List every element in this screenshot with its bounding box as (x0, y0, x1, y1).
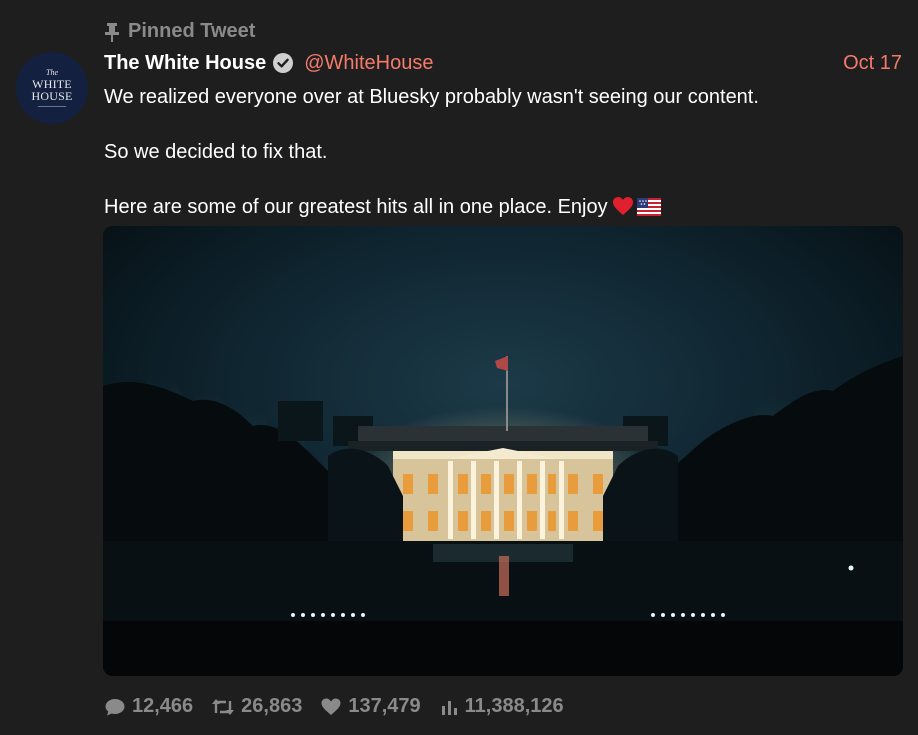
retweet-button[interactable]: 26,863 (211, 695, 302, 718)
avatar-divider (38, 106, 66, 107)
avatar-text-the: The (46, 68, 58, 77)
like-button[interactable]: 137,479 (320, 695, 421, 718)
tweet-paragraph-text: Here are some of our greatest hits all i… (104, 196, 608, 218)
views-count: 11,388,126 (464, 695, 564, 717)
reply-button[interactable]: 12,466 (104, 695, 193, 718)
retweet-count: 26,863 (241, 695, 303, 717)
verified-badge-icon (272, 52, 294, 74)
author-handle[interactable]: @WhiteHouse (304, 52, 433, 75)
tweet-image-white-house-night[interactable] (103, 226, 903, 676)
views-bar-chart-icon (439, 698, 459, 716)
pinned-tweet[interactable]: Pinned Tweet The WHITE HOUSE The White H… (0, 0, 918, 735)
tweet-text: We realized everyone over at Bluesky pro… (104, 84, 898, 223)
retweet-icon (211, 697, 235, 717)
tweet-paragraph: So we decided to fix that. (104, 141, 328, 163)
tweet-paragraph: We realized everyone over at Bluesky pro… (104, 86, 759, 108)
pinned-label: Pinned Tweet (128, 20, 256, 42)
tweet-paragraph: Here are some of our greatest hits all i… (104, 194, 898, 223)
avatar-text-house: HOUSE (31, 89, 73, 103)
pinned-indicator: Pinned Tweet (104, 20, 255, 43)
heart-icon (320, 697, 342, 717)
pin-icon (104, 22, 120, 42)
emoji-group (612, 196, 661, 223)
tweet-stats: 12,466 26,863 137,479 11,388,126 (104, 695, 582, 718)
avatar[interactable]: The WHITE HOUSE (16, 52, 88, 124)
tweet-date[interactable]: Oct 17 (843, 52, 902, 75)
like-count: 137,479 (348, 695, 421, 717)
heart-emoji (612, 196, 634, 223)
reply-count: 12,466 (132, 695, 194, 717)
tweet-header: The White House @WhiteHouse Oct 17 (104, 50, 902, 76)
views-button[interactable]: 11,388,126 (439, 695, 564, 718)
us-flag-emoji (636, 197, 661, 223)
reply-icon (104, 697, 126, 717)
author-name[interactable]: The White House (104, 52, 266, 75)
